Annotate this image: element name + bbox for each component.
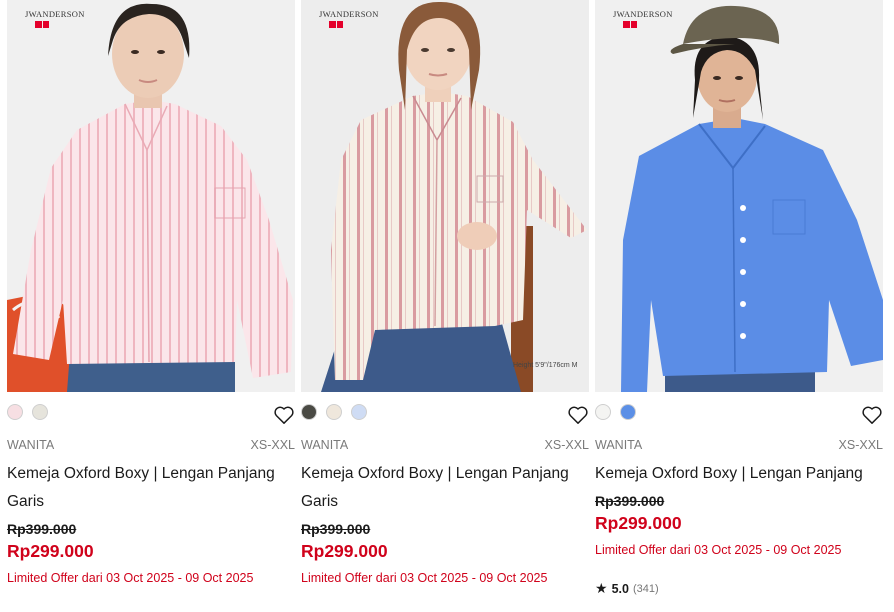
product-name[interactable]: Kemeja Oxford Boxy | Lengan Panjang Gari…: [7, 460, 295, 516]
color-swatch[interactable]: [620, 404, 636, 420]
limited-offer-text: Limited Offer dari 03 Oct 2025 - 09 Oct …: [301, 571, 548, 585]
color-swatch[interactable]: [351, 404, 367, 420]
original-price: Rp399.000: [301, 521, 371, 537]
product-photo-pink-stripe-shirt: [7, 0, 295, 392]
heart-outline-icon[interactable]: [861, 405, 883, 425]
product-gender: WANITA: [7, 438, 55, 452]
uniqlo-logo-icon: [623, 21, 637, 28]
product-rating: ★ 5.0 (341): [595, 580, 659, 597]
color-swatch[interactable]: [301, 404, 317, 420]
brand-logo-text: JWANDERSON: [319, 9, 379, 19]
color-swatch[interactable]: [7, 404, 23, 420]
color-swatch[interactable]: [32, 404, 48, 420]
sale-price: Rp299.000: [301, 541, 388, 561]
color-swatch[interactable]: [595, 404, 611, 420]
product-card[interactable]: JWANDERSON Height 5'9"/176cm M WANITA XS…: [301, 0, 589, 612]
original-price: Rp399.000: [7, 521, 77, 537]
color-swatches: [595, 404, 636, 424]
color-swatches: [301, 404, 367, 424]
product-image[interactable]: JWANDERSON: [7, 0, 295, 392]
product-photo-blue-shirt: [595, 0, 883, 392]
limited-offer-text: Limited Offer dari 03 Oct 2025 - 09 Oct …: [595, 543, 842, 557]
product-photo-cream-stripe-shirt: [301, 0, 589, 392]
brand-logo-text: JWANDERSON: [25, 9, 85, 19]
limited-offer-text: Limited Offer dari 03 Oct 2025 - 09 Oct …: [7, 571, 254, 585]
sale-price: Rp299.000: [7, 541, 94, 561]
product-name[interactable]: Kemeja Oxford Boxy | Lengan Panjang Gari…: [301, 460, 589, 516]
color-swatch[interactable]: [326, 404, 342, 420]
rating-score: 5.0: [611, 581, 629, 596]
product-grid: JWANDERSON WANITA XS-XXL Kemeja Oxford B…: [0, 0, 894, 612]
uniqlo-logo-icon: [35, 21, 49, 28]
product-gender: WANITA: [595, 438, 643, 452]
product-gender: WANITA: [301, 438, 349, 452]
product-name[interactable]: Kemeja Oxford Boxy | Lengan Panjang: [595, 460, 883, 488]
original-price: Rp399.000: [595, 493, 665, 509]
brand-logo-text: JWANDERSON: [613, 9, 673, 19]
sale-price: Rp299.000: [595, 513, 682, 533]
rating-count: (341): [632, 582, 659, 595]
heart-outline-icon[interactable]: [273, 405, 295, 425]
product-image[interactable]: JWANDERSON: [595, 0, 883, 392]
product-card[interactable]: JWANDERSON WANITA XS-XXL Kemeja Oxford B…: [595, 0, 883, 612]
color-swatches: [7, 404, 48, 424]
heart-outline-icon[interactable]: [567, 405, 589, 425]
product-sizes: XS-XXL: [544, 438, 589, 452]
uniqlo-logo-icon: [329, 21, 343, 28]
star-icon: ★: [595, 580, 608, 596]
product-sizes: XS-XXL: [838, 438, 883, 452]
model-height-info: Height 5'9"/176cm M: [513, 362, 578, 369]
product-sizes: XS-XXL: [250, 438, 295, 452]
product-image[interactable]: JWANDERSON Height 5'9"/176cm M: [301, 0, 589, 392]
product-card[interactable]: JWANDERSON WANITA XS-XXL Kemeja Oxford B…: [7, 0, 295, 612]
